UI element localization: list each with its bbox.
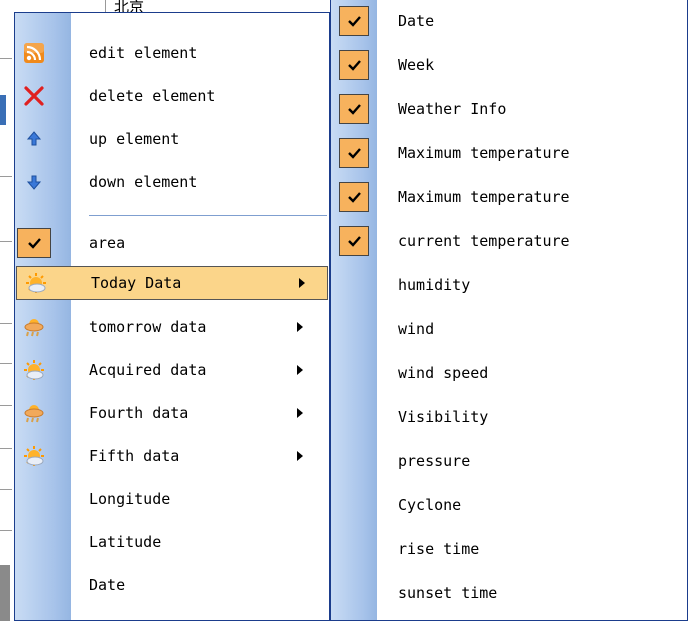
menu-item-fourth-data[interactable]: Fourth data bbox=[15, 393, 329, 433]
menu-item-edit-element[interactable]: edit element bbox=[15, 33, 329, 73]
menu-item-today-data[interactable]: Today Data bbox=[16, 266, 328, 300]
menu-item-label: Latitude bbox=[89, 533, 162, 551]
submenu-item-label: humidity bbox=[398, 275, 471, 294]
menu-item-label: Acquired data bbox=[89, 361, 207, 379]
menu-item-label: tomorrow data bbox=[89, 318, 207, 336]
background-scroll-area bbox=[0, 565, 10, 621]
submenu-item-rise-time[interactable]: rise time bbox=[331, 528, 687, 569]
submenu-item-humidity[interactable]: humidity bbox=[331, 264, 687, 305]
rss-icon bbox=[22, 41, 46, 65]
background-grid-edge bbox=[0, 0, 14, 621]
delete-icon bbox=[22, 84, 46, 108]
checkmark-icon bbox=[339, 137, 369, 168]
grid-line bbox=[0, 176, 12, 177]
menu-item-delete-element[interactable]: delete element bbox=[15, 76, 329, 116]
submenu-item-cyclone[interactable]: Cyclone bbox=[331, 484, 687, 525]
submenu-item-label: Date bbox=[398, 11, 435, 30]
menu-item-longitude[interactable]: Longitude bbox=[15, 479, 329, 519]
weather-sun-icon bbox=[22, 358, 46, 382]
selected-row-marker bbox=[0, 95, 6, 125]
menu-item-label: Fifth data bbox=[89, 447, 180, 465]
menu-item-label: Today Data bbox=[91, 274, 182, 292]
submenu-item-wind[interactable]: wind bbox=[331, 308, 687, 349]
menu-item-up-element[interactable]: up element bbox=[15, 119, 329, 159]
grid-line bbox=[0, 530, 12, 531]
submenu-item-wind-speed[interactable]: wind speed bbox=[331, 352, 687, 393]
weather-rain-icon bbox=[22, 315, 46, 339]
checkmark-icon bbox=[17, 228, 51, 258]
grid-line bbox=[0, 363, 12, 364]
grid-line bbox=[0, 448, 12, 449]
menu-item-label: up element bbox=[89, 130, 180, 148]
checkmark-icon bbox=[339, 181, 369, 212]
submenu-item-date[interactable]: Date bbox=[331, 0, 687, 41]
submenu-item-label: pressure bbox=[398, 451, 471, 470]
submenu-item-pressure[interactable]: pressure bbox=[331, 440, 687, 481]
down-arrow-icon bbox=[22, 170, 46, 194]
menu-item-label: Fourth data bbox=[89, 404, 189, 422]
submenu-item-week[interactable]: Week bbox=[331, 44, 687, 85]
submenu-item-label: Cyclone bbox=[398, 495, 462, 514]
weather-sun-icon bbox=[22, 444, 46, 468]
menu-item-label: area bbox=[89, 234, 126, 252]
menu-item-area[interactable]: area bbox=[15, 223, 329, 263]
submenu-arrow-icon bbox=[297, 451, 303, 461]
submenu-item-label: sunset time bbox=[398, 583, 498, 602]
menu-item-acquired-data[interactable]: Acquired data bbox=[15, 350, 329, 390]
weather-rain-icon bbox=[22, 401, 46, 425]
menu-item-label: down element bbox=[89, 173, 198, 191]
menu-item-down-element[interactable]: down element bbox=[15, 162, 329, 202]
checkmark-icon bbox=[339, 93, 369, 124]
grid-line bbox=[0, 241, 12, 242]
grid-line bbox=[0, 323, 12, 324]
submenu-item-sunset-time[interactable]: sunset time bbox=[331, 572, 687, 613]
submenu-item-label: Maximum temperature bbox=[398, 187, 570, 206]
menu-item-tomorrow-data[interactable]: tomorrow data bbox=[15, 307, 329, 347]
submenu-item-maximum-temperature[interactable]: Maximum temperature bbox=[331, 132, 687, 173]
submenu-arrow-icon bbox=[297, 365, 303, 375]
menu-separator bbox=[89, 215, 327, 216]
submenu-today-data: Date Week Weather Info Maximum temperatu… bbox=[330, 0, 688, 621]
submenu-item-visibility[interactable]: Visibility bbox=[331, 396, 687, 437]
checkmark-icon bbox=[339, 225, 369, 256]
grid-line bbox=[0, 58, 12, 59]
submenu-item-label: wind speed bbox=[398, 363, 489, 382]
submenu-arrow-icon bbox=[297, 322, 303, 332]
checkmark-icon bbox=[339, 49, 369, 80]
up-arrow-icon bbox=[22, 127, 46, 151]
submenu-item-label: current temperature bbox=[398, 231, 570, 250]
menu-item-latitude[interactable]: Latitude bbox=[15, 522, 329, 562]
menu-item-label: Date bbox=[89, 576, 126, 594]
menu-item-label: Longitude bbox=[89, 490, 171, 508]
checkmark-icon bbox=[339, 5, 369, 36]
submenu-item-maximum-temperature-2[interactable]: Maximum temperature bbox=[331, 176, 687, 217]
submenu-arrow-icon bbox=[297, 408, 303, 418]
menu-item-label: edit element bbox=[89, 44, 198, 62]
submenu-item-label: wind bbox=[398, 319, 435, 338]
menu-item-fifth-data[interactable]: Fifth data bbox=[15, 436, 329, 476]
menu-item-label: delete element bbox=[89, 87, 216, 105]
context-menu: edit element delete element up element d… bbox=[14, 12, 330, 621]
submenu-item-label: Visibility bbox=[398, 407, 489, 426]
submenu-item-label: Maximum temperature bbox=[398, 143, 570, 162]
weather-sun-icon bbox=[24, 271, 48, 295]
submenu-item-weather-info[interactable]: Weather Info bbox=[331, 88, 687, 129]
submenu-item-current-temperature[interactable]: current temperature bbox=[331, 220, 687, 261]
submenu-item-label: Weather Info bbox=[398, 99, 507, 118]
submenu-arrow-icon bbox=[299, 278, 305, 288]
submenu-item-label: rise time bbox=[398, 539, 480, 558]
submenu-item-label: Week bbox=[398, 55, 435, 74]
grid-line bbox=[0, 489, 12, 490]
menu-item-date[interactable]: Date bbox=[15, 565, 329, 605]
grid-line bbox=[0, 405, 12, 406]
